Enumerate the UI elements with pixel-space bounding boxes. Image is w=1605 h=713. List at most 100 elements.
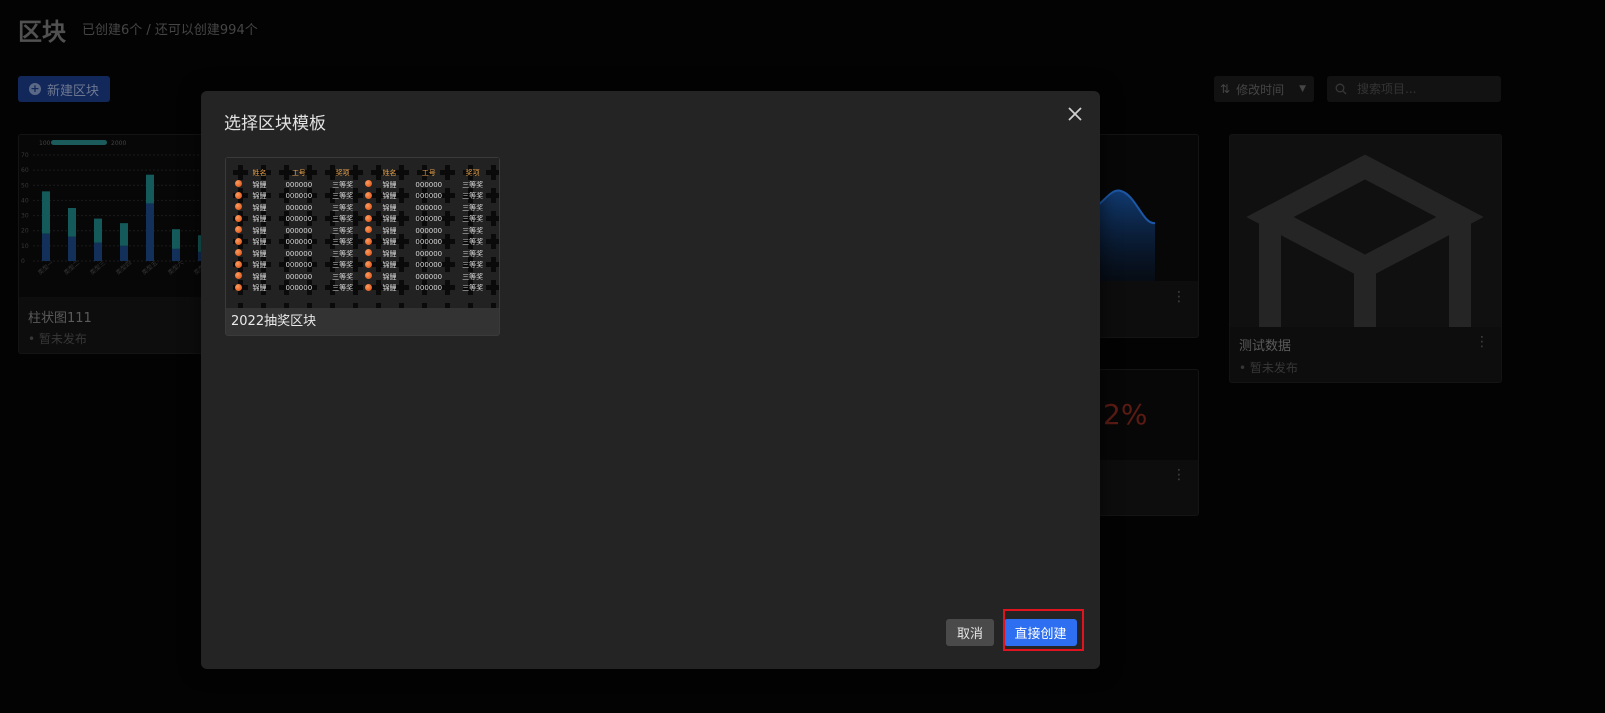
ball-icon	[364, 272, 372, 280]
template-cell: 锦鲤	[382, 272, 397, 281]
template-row: 锦鲤 000000 三等奖 锦鲤 000000 三等奖	[232, 191, 492, 203]
template-cell: 锦鲤	[252, 272, 267, 281]
template-header-cell: 奖项	[465, 168, 480, 177]
ball-icon	[234, 191, 242, 199]
template-cell: 000000	[415, 249, 443, 258]
template-cell: 000000	[285, 261, 313, 270]
template-cell: 锦鲤	[252, 226, 267, 235]
cancel-button[interactable]: 取消	[946, 619, 994, 646]
template-cell: 锦鲤	[382, 261, 397, 270]
ball-icon	[234, 214, 242, 222]
template-cell: 锦鲤	[382, 249, 397, 258]
template-cell: 锦鲤	[252, 261, 267, 270]
template-cell: 三等奖	[462, 180, 484, 189]
ball-icon	[364, 203, 372, 211]
ball-icon	[234, 283, 242, 291]
template-cell: 锦鲤	[252, 180, 267, 189]
template-cell: 三等奖	[332, 238, 354, 247]
template-cell: 锦鲤	[382, 192, 397, 201]
ball-icon	[234, 180, 242, 188]
ball-icon	[234, 226, 242, 234]
template-cell: 三等奖	[332, 272, 354, 281]
template-cell: 000000	[285, 249, 313, 258]
template-row: 锦鲤 000000 三等奖 锦鲤 000000 三等奖	[232, 225, 492, 237]
ball-icon	[364, 260, 372, 268]
template-cell: 三等奖	[462, 272, 484, 281]
template-cell: 锦鲤	[382, 215, 397, 224]
template-cell: 锦鲤	[382, 180, 397, 189]
template-row: 锦鲤 000000 三等奖 锦鲤 000000 三等奖	[232, 248, 492, 260]
template-cell: 三等奖	[332, 226, 354, 235]
template-row: 锦鲤 000000 三等奖 锦鲤 000000 三等奖	[232, 179, 492, 191]
template-cell: 锦鲤	[382, 238, 397, 247]
modal-title: 选择区块模板	[224, 114, 326, 134]
template-cell: 三等奖	[462, 249, 484, 258]
template-header-cell: 姓名	[252, 168, 267, 177]
template-cell: 000000	[285, 284, 313, 293]
ball-icon	[234, 203, 242, 211]
template-cell: 000000	[415, 284, 443, 293]
template-cell: 三等奖	[332, 249, 354, 258]
template-cell: 000000	[285, 226, 313, 235]
template-cell: 000000	[415, 226, 443, 235]
template-row: 锦鲤 000000 三等奖 锦鲤 000000 三等奖	[232, 271, 492, 283]
template-cell: 锦鲤	[382, 203, 397, 212]
ball-icon	[234, 237, 242, 245]
template-cell: 000000	[285, 272, 313, 281]
ball-icon	[364, 249, 372, 257]
template-cell: 锦鲤	[252, 284, 267, 293]
template-header-cell: 奖项	[335, 168, 350, 177]
template-cell: 锦鲤	[252, 238, 267, 247]
ball-icon	[234, 249, 242, 257]
template-header-cell: 姓名	[382, 168, 397, 177]
template-cell: 000000	[285, 180, 313, 189]
page: 区块 已创建6个 / 还可以创建994个 + 新建区块 ⇅ 修改时间 ▼ 100…	[0, 0, 1605, 713]
template-cell: 三等奖	[332, 192, 354, 201]
template-row: 锦鲤 000000 三等奖 锦鲤 000000 三等奖	[232, 260, 492, 272]
ball-icon	[234, 272, 242, 280]
template-header-cell: 工号	[291, 168, 306, 177]
close-icon[interactable]	[1064, 103, 1086, 125]
template-cell: 三等奖	[332, 261, 354, 270]
template-card[interactable]: 姓名 工号 奖项 姓名 工号 奖项 锦鲤 000000 三等奖 锦鲤 000000 三等奖 锦鲤 0000…	[225, 157, 500, 336]
template-header-cell: 工号	[421, 168, 436, 177]
template-cell: 锦鲤	[252, 203, 267, 212]
ball-icon	[364, 226, 372, 234]
highlight-box	[1003, 609, 1084, 651]
template-cell: 000000	[285, 192, 313, 201]
ball-icon	[364, 191, 372, 199]
template-modal: 选择区块模板 姓名 工号 奖项 姓名 工号 奖项 锦鲤 000000 三等奖 锦鲤 000000 三等…	[201, 91, 1100, 669]
template-row: 锦鲤 000000 三等奖 锦鲤 000000 三等奖	[232, 202, 492, 214]
template-cell: 000000	[415, 261, 443, 270]
template-cell: 000000	[285, 203, 313, 212]
template-cell: 三等奖	[462, 261, 484, 270]
template-cell: 三等奖	[462, 238, 484, 247]
template-cell: 000000	[415, 192, 443, 201]
template-table: 姓名 工号 奖项 姓名 工号 奖项 锦鲤 000000 三等奖 锦鲤 000000 三等奖 锦鲤 0000…	[232, 166, 492, 294]
template-cell: 锦鲤	[252, 192, 267, 201]
template-cell: 三等奖	[332, 284, 354, 293]
template-cell: 三等奖	[332, 180, 354, 189]
template-thumbnail: 姓名 工号 奖项 姓名 工号 奖项 锦鲤 000000 三等奖 锦鲤 000000 三等奖 锦鲤 0000…	[226, 158, 499, 308]
template-cell: 000000	[415, 238, 443, 247]
template-row: 锦鲤 000000 三等奖 锦鲤 000000 三等奖	[232, 237, 492, 249]
template-row: 锦鲤 000000 三等奖 锦鲤 000000 三等奖	[232, 283, 492, 295]
template-cell: 三等奖	[462, 192, 484, 201]
template-cell: 三等奖	[462, 203, 484, 212]
ball-icon	[364, 283, 372, 291]
template-cell: 000000	[415, 272, 443, 281]
template-cell: 000000	[415, 215, 443, 224]
template-cell: 三等奖	[462, 226, 484, 235]
template-cell: 锦鲤	[252, 249, 267, 258]
ball-icon	[234, 260, 242, 268]
template-cell: 三等奖	[332, 203, 354, 212]
template-cell: 000000	[285, 238, 313, 247]
template-cell: 000000	[415, 203, 443, 212]
ball-icon	[364, 214, 372, 222]
template-cell: 三等奖	[462, 284, 484, 293]
ball-icon	[364, 237, 372, 245]
template-cell: 000000	[285, 215, 313, 224]
template-cell: 三等奖	[462, 215, 484, 224]
template-cell: 锦鲤	[252, 215, 267, 224]
template-cell: 三等奖	[332, 215, 354, 224]
